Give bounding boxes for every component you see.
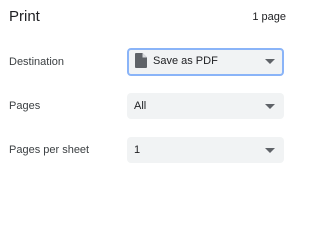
pages-per-sheet-label: Pages per sheet	[9, 144, 90, 156]
chevron-down-icon	[265, 59, 275, 64]
print-title: Print	[9, 8, 40, 25]
chevron-down-icon	[265, 104, 275, 109]
document-icon	[135, 53, 147, 68]
pages-select[interactable]: All	[127, 93, 284, 119]
destination-label: Destination	[9, 56, 65, 68]
pages-per-sheet-value: 1	[134, 144, 141, 156]
pages-per-sheet-row: Pages per sheet 1	[0, 137, 300, 163]
pages-label: Pages	[9, 100, 41, 112]
destination-select[interactable]: Save as PDF	[127, 48, 284, 76]
page-count: 1 page	[252, 11, 286, 23]
pages-row: Pages All	[0, 93, 300, 119]
pages-per-sheet-select[interactable]: 1	[127, 137, 284, 163]
destination-value: Save as PDF	[153, 55, 218, 67]
pages-value: All	[134, 100, 147, 112]
print-header: Print 1 page	[0, 0, 300, 34]
chevron-down-icon	[265, 148, 275, 153]
destination-row: Destination Save as PDF	[0, 48, 300, 76]
